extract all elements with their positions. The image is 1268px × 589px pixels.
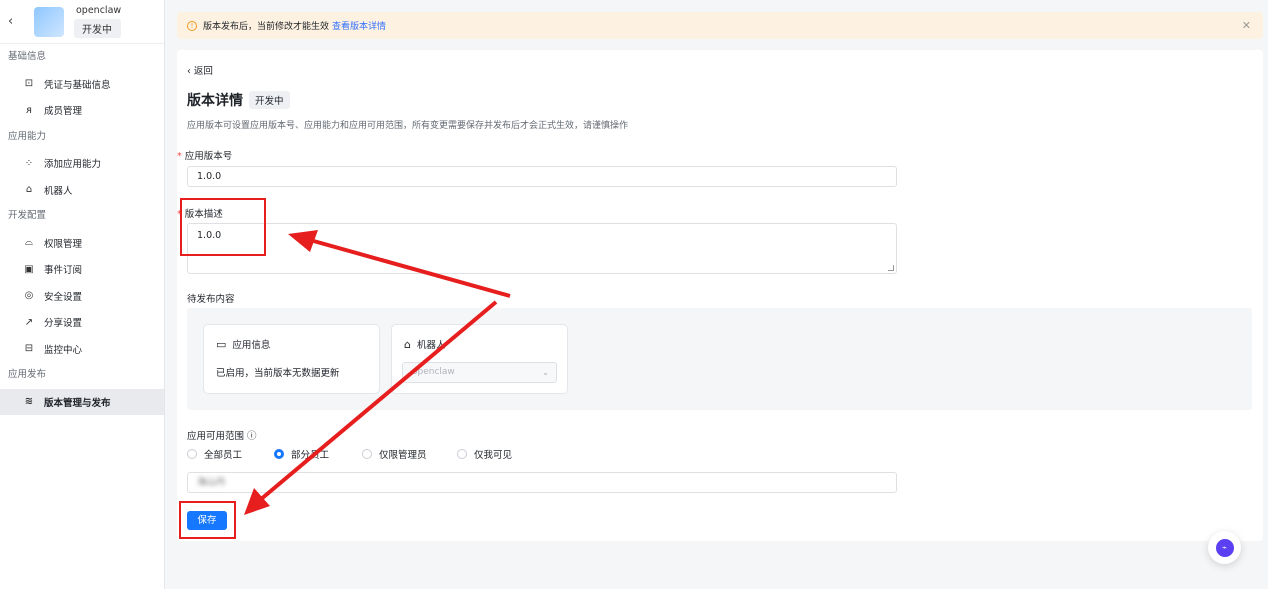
app-info-text: 已启用，当前版本无数据更新 [216, 368, 340, 379]
status-badge: 开发中 [249, 91, 290, 109]
monitor-icon: ⊟ [24, 343, 34, 355]
lock-icon: ⌓ [25, 237, 33, 249]
page-title: 版本详情 [187, 93, 243, 109]
version-label: * 应用版本号 [177, 151, 233, 162]
group-ability: 应用能力 [8, 130, 47, 142]
assistant-button[interactable]: ⌁ [1208, 531, 1241, 564]
chevron-down-icon: ⌄ [542, 368, 549, 377]
app-name: openclaw [76, 5, 122, 16]
warning-icon: ! [187, 20, 197, 31]
page-description: 应用版本可设置应用版本号、应用能力和应用可用范围，所有变更需要保存并发布后才会正… [187, 121, 629, 131]
title-row: 版本详情 开发中 [187, 90, 290, 110]
notice-banner: ! 版本发布后，当前修改才能生效 查看版本详情 ✕ [177, 12, 1263, 39]
sidebar-item-monitor[interactable]: ⊟ 监控中心 [0, 336, 164, 363]
group-publish: 应用发布 [8, 369, 47, 380]
back-link[interactable]: ‹ 返回 [187, 63, 213, 77]
sidebar-item-version-publish[interactable]: ≋ 版本管理与发布 [0, 388, 164, 415]
layers-icon: ≋ [24, 396, 34, 408]
sidebar-item-credentials[interactable]: ⊡ 凭证与基础信息 [0, 71, 164, 98]
sidebar-item-security[interactable]: ◎ 安全设置 [0, 283, 164, 310]
version-detail-card: ‹ 返回 版本详情 开发中 应用版本可设置应用版本号、应用能力和应用可用范围，所… [177, 50, 1263, 541]
version-desc-textarea[interactable]: 1.0.0 [187, 223, 897, 274]
resize-handle[interactable] [888, 265, 894, 271]
sidebar-item-share[interactable]: ↗ 分享设置 [0, 309, 164, 336]
back-chevron-icon[interactable]: ‹ [8, 14, 22, 29]
scope-partial-radio[interactable]: 部分员工 [274, 447, 362, 461]
sidebar-item-members[interactable]: ᴙ 成员管理 [0, 97, 164, 124]
sidebar-item-add-ability[interactable]: ⁘ 添加应用能力 [0, 150, 164, 177]
sidebar-item-events[interactable]: ▣ 事件订阅 [0, 256, 164, 283]
scope-self-radio[interactable]: 仅我可见 [457, 447, 512, 461]
version-input[interactable]: 1.0.0 [187, 166, 897, 187]
robot-icon: ⌂ [25, 184, 33, 196]
notice-text: 版本发布后，当前修改才能生效 [203, 22, 330, 32]
info-icon[interactable]: ⓘ [247, 431, 257, 442]
pending-content: ▭ 应用信息 已启用，当前版本无数据更新 ⌂ 机器人 openclaw ⌄ [187, 308, 1252, 410]
window-icon: ▭ [216, 337, 227, 351]
app-status-badge: 开发中 [74, 19, 122, 38]
shield-icon: ◎ [24, 290, 34, 302]
group-basic: 基础信息 [8, 51, 47, 62]
share-icon: ↗ [24, 316, 34, 328]
view-version-link[interactable]: 查看版本详情 [332, 19, 386, 32]
robot-card: ⌂ 机器人 openclaw ⌄ [391, 324, 568, 394]
group-dev-config: 开发配置 [8, 210, 47, 221]
close-icon[interactable]: ✕ [1242, 19, 1251, 32]
robot-icon: ⌂ [404, 337, 411, 351]
scope-admin-radio[interactable]: 仅限管理员 [362, 447, 457, 461]
app-logo [34, 6, 64, 37]
scope-label: 应用可用范围 ⓘ [187, 431, 257, 442]
event-icon: ▣ [24, 263, 34, 275]
assistant-icon: ⌁ [1215, 538, 1234, 557]
credential-icon: ⊡ [24, 78, 34, 90]
sidebar-item-robot[interactable]: ⌂ 机器人 [0, 177, 164, 204]
version-desc-label: * 版本描述 [177, 209, 223, 220]
sidebar-item-permissions[interactable]: ⌓ 权限管理 [0, 230, 164, 257]
pending-label: 待发布内容 [187, 294, 235, 305]
scope-radio-group: 全部员工 部分员工 仅限管理员 仅我可见 [187, 447, 512, 461]
app-header: ‹ openclaw 开发中 [0, 0, 164, 44]
sidebar: ‹ openclaw 开发中 基础信息 ⊡ 凭证与基础信息 ᴙ 成员管理 应用能… [0, 0, 165, 589]
app-info-card: ▭ 应用信息 已启用，当前版本无数据更新 [203, 324, 380, 394]
member-icon: ᴙ [25, 104, 32, 116]
add-ability-icon: ⁘ [24, 157, 34, 169]
scope-members-input[interactable]: 海山丹 [187, 472, 897, 493]
robot-select[interactable]: openclaw ⌄ [402, 362, 557, 383]
scope-all-radio[interactable]: 全部员工 [187, 447, 274, 461]
save-button[interactable]: 保存 [187, 511, 227, 530]
